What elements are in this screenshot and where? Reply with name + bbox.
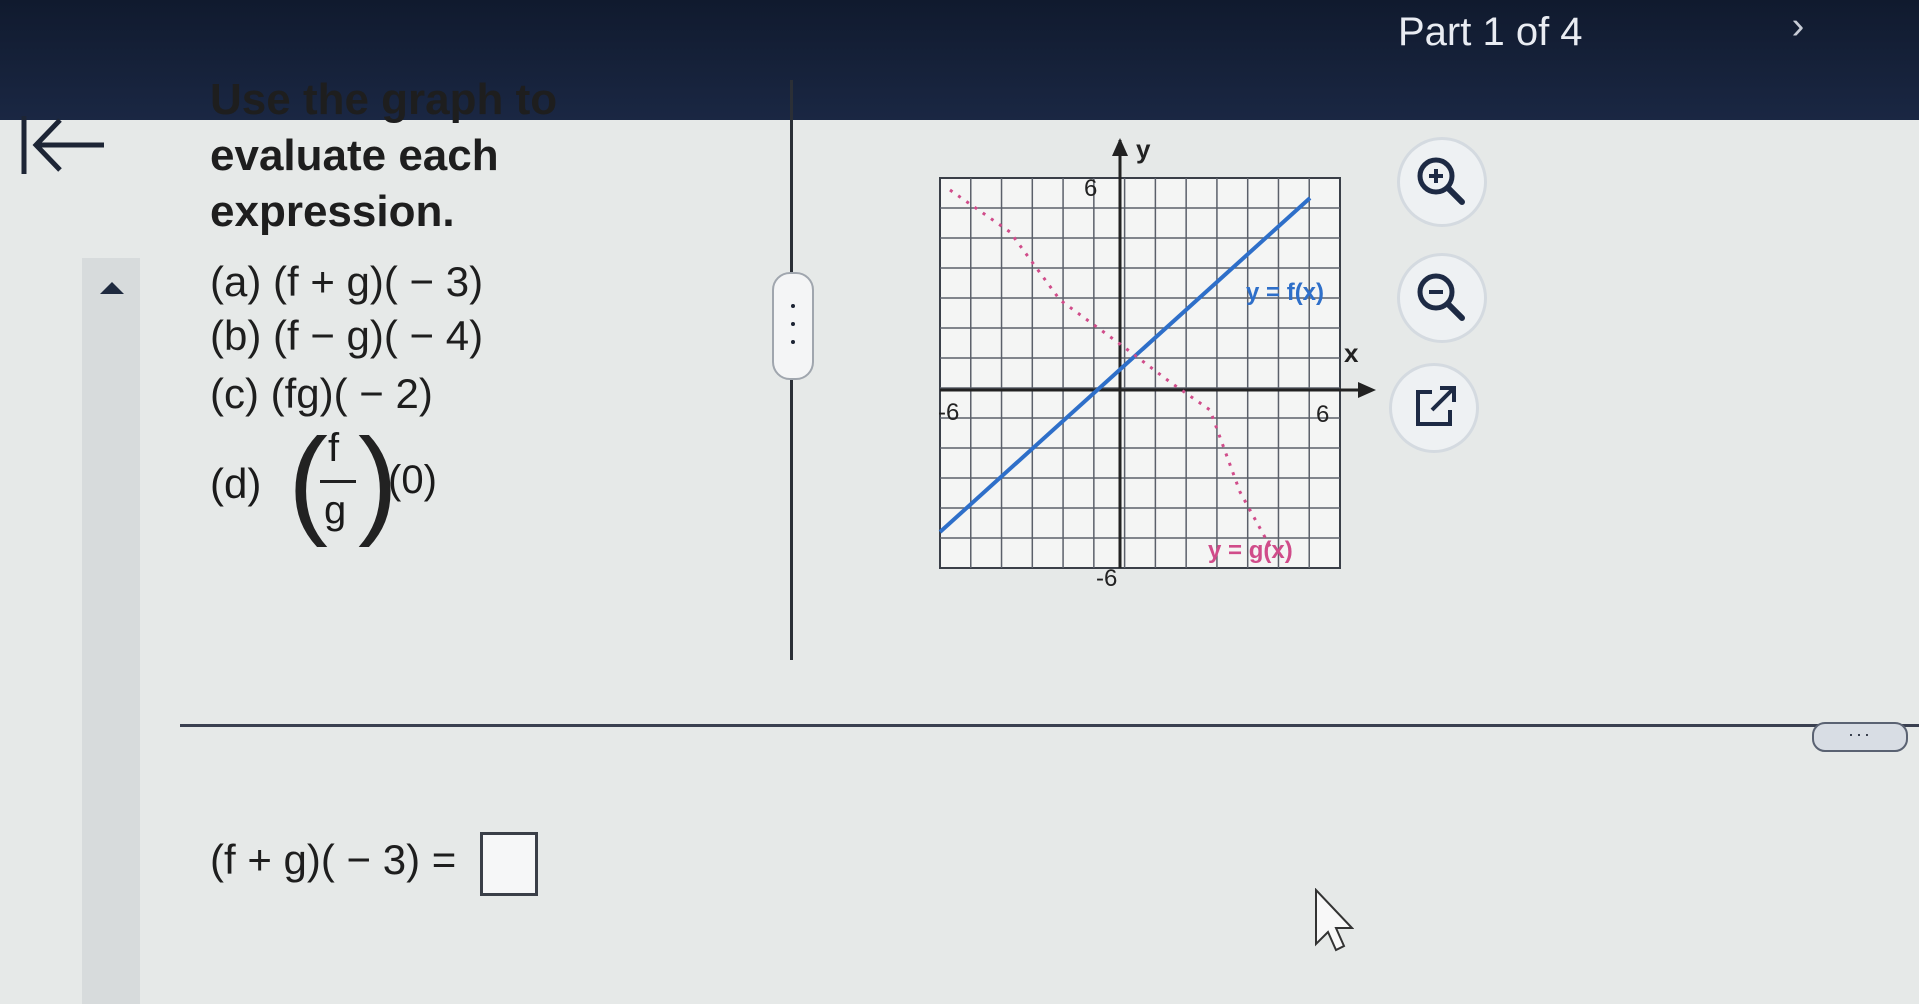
panel-resize-handle[interactable] — [772, 272, 814, 380]
next-part-button[interactable]: › — [1778, 6, 1818, 46]
item-d-label: (d) — [210, 460, 262, 507]
handle-dot — [791, 322, 795, 326]
x-axis-arrow — [1358, 382, 1376, 398]
tick-neg-y: -6 — [1096, 565, 1117, 592]
answer-input[interactable] — [480, 832, 538, 896]
title-line-2: evaluate each — [210, 131, 499, 180]
title-line-3: expression. — [210, 187, 455, 236]
back-button[interactable] — [14, 104, 114, 184]
chevron-right-icon: › — [1791, 5, 1805, 47]
handle-dot — [791, 340, 795, 344]
item-d-argument: (0) — [388, 458, 437, 502]
external-link-icon — [1416, 386, 1456, 426]
g-label: y = g(x) — [1208, 537, 1293, 564]
y-axis-label: y — [1136, 134, 1151, 164]
popout-button[interactable] — [1392, 366, 1476, 450]
part-indicator: Part 1 of 4 — [1398, 10, 1583, 54]
item-b-label: (b) — [210, 312, 262, 359]
zoom-out-icon — [1417, 273, 1465, 321]
answer-prompt: (f + g)( − 3) = — [210, 836, 457, 883]
zoom-in-button[interactable] — [1400, 140, 1484, 224]
scroll-up-arrow[interactable] — [100, 282, 124, 294]
more-options-button[interactable]: ··· — [1812, 722, 1908, 752]
item-c-expression: (fg)( − 2) — [270, 370, 433, 417]
zoom-out-button[interactable] — [1400, 256, 1484, 340]
item-d: (d) ( f g ) (0) — [210, 414, 470, 560]
left-scroll-panel — [82, 258, 140, 1004]
fraction-numerator: f — [328, 426, 340, 470]
question-title: Use the graph to evaluate each expressio… — [210, 72, 570, 240]
item-a-expression: (f + g)( − 3) — [273, 258, 484, 305]
handle-dot — [791, 304, 795, 308]
y-axis-arrow — [1112, 138, 1128, 156]
item-b-expression: (f − g)( − 4) — [273, 312, 484, 359]
item-c: (c) (fg)( − 2) — [210, 370, 433, 418]
mouse-cursor-icon — [1315, 888, 1354, 952]
section-divider — [180, 724, 1919, 727]
grid — [939, 177, 1341, 569]
back-to-start-icon — [21, 116, 104, 174]
fraction-bar — [320, 480, 356, 483]
title-line-1: Use the graph to — [210, 75, 558, 124]
function-graph: y x 6 -6 -6 6 y = f(x) y = g(x) — [938, 134, 1376, 592]
fraction-denominator: g — [324, 488, 347, 532]
x-axis-label: x — [1344, 338, 1359, 368]
f-label: y = f(x) — [1246, 279, 1324, 306]
item-a: (a) (f + g)( − 3) — [210, 258, 483, 306]
tick-pos-x: 6 — [1316, 401, 1329, 428]
item-b: (b) (f − g)( − 4) — [210, 312, 483, 360]
item-c-label: (c) — [210, 370, 259, 417]
item-a-label: (a) — [210, 258, 262, 305]
zoom-in-icon — [1417, 157, 1465, 205]
tick-neg-x: -6 — [938, 399, 959, 426]
tick-pos-y: 6 — [1084, 175, 1097, 202]
